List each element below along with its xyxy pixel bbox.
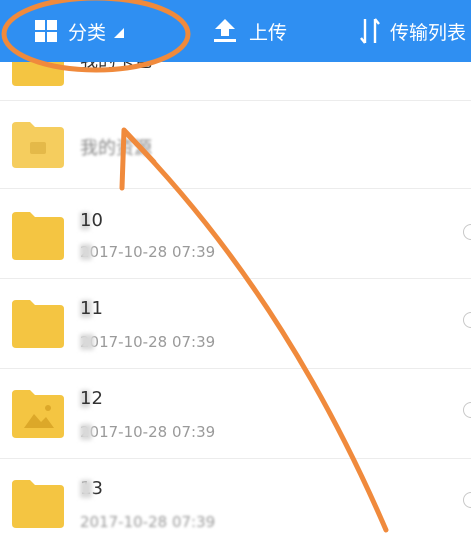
category-button[interactable]: 分类 xyxy=(34,0,125,62)
upload-icon xyxy=(213,18,237,44)
file-modified-time: 2017-10-28 07:39 xyxy=(80,423,216,441)
upload-label: 上传 xyxy=(249,21,288,44)
folder-icon xyxy=(10,118,66,172)
blurred-region xyxy=(80,424,92,440)
blurred-region xyxy=(80,244,92,260)
file-row-13[interactable]: 13 2017-10-28 07:39 xyxy=(0,458,471,541)
file-row-10[interactable]: 10 2017-10-28 07:39 xyxy=(0,188,471,279)
transfer-list-label: 传输列表 xyxy=(390,21,467,44)
file-row-12[interactable]: 12 2017-10-28 07:39 xyxy=(0,368,471,459)
folder-icon xyxy=(10,296,66,352)
select-radio[interactable] xyxy=(463,224,471,240)
file-row-resources[interactable]: 我的资源 xyxy=(0,100,471,189)
select-radio[interactable] xyxy=(463,402,471,418)
blurred-region xyxy=(80,334,94,350)
transfer-list-button[interactable]: 传输列表 xyxy=(360,0,466,62)
file-name: 我的卡包 xyxy=(80,62,152,73)
file-row-card-bag[interactable]: 我的卡包 xyxy=(0,62,471,101)
file-name: 12 xyxy=(80,388,103,409)
file-name: 10 xyxy=(80,210,103,231)
file-row-11[interactable]: 11 2017-10-28 07:39 xyxy=(0,278,471,369)
file-modified-time: 2017-10-28 07:39 xyxy=(80,333,216,351)
folder-icon xyxy=(10,208,66,264)
select-radio[interactable] xyxy=(463,492,471,508)
caret-down-icon xyxy=(114,28,125,38)
blurred-region xyxy=(80,480,92,498)
folder-icon xyxy=(10,476,66,532)
grid-icon xyxy=(34,19,58,43)
top-toolbar: 分类 上传 传输列表 xyxy=(0,0,471,62)
transfer-arrows-icon xyxy=(360,18,380,44)
file-name: 11 xyxy=(80,298,103,319)
category-label: 分类 xyxy=(68,21,107,44)
folder-icon xyxy=(10,62,66,90)
file-list: 我的卡包 我的资源 10 2017-10-28 07:39 11 2017-10… xyxy=(0,62,471,541)
select-radio[interactable] xyxy=(463,312,471,328)
file-name: 我的资源 xyxy=(80,138,152,159)
file-modified-time: 2017-10-28 07:39 xyxy=(80,513,216,531)
image-folder-icon xyxy=(10,386,66,442)
file-modified-time: 2017-10-28 07:39 xyxy=(80,243,216,261)
upload-button[interactable]: 上传 xyxy=(213,0,287,62)
